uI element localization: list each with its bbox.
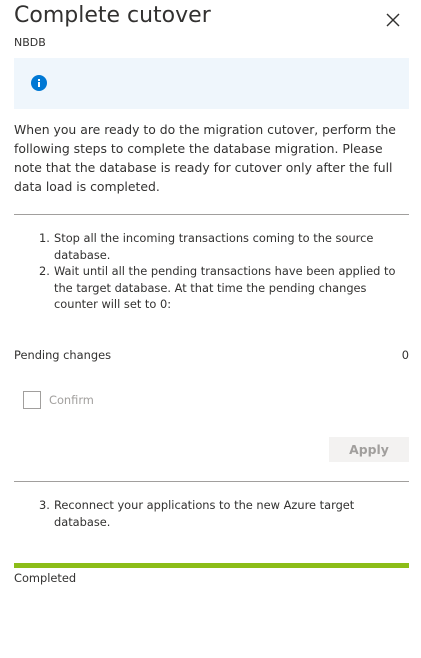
panel-title: Complete cutover — [14, 3, 211, 28]
close-button[interactable] — [382, 9, 404, 31]
list-item: 2. Wait until all the pending transactio… — [24, 263, 399, 313]
steps-list: 1. Stop all the incoming transactions co… — [24, 230, 399, 313]
cutover-description: When you are ready to do the migration c… — [14, 122, 396, 194]
info-bar — [14, 58, 409, 109]
step-text: Stop all the incoming transactions comin… — [54, 231, 374, 262]
progress-bar-fill — [14, 563, 409, 568]
step-number: 2. — [39, 264, 50, 279]
list-item: 3. Reconnect your applications to the ne… — [24, 497, 399, 530]
confirm-label: Confirm — [49, 393, 94, 407]
apply-button[interactable]: Apply — [329, 437, 409, 462]
info-icon — [31, 75, 47, 91]
pending-changes-value: 0 — [401, 348, 409, 362]
progress-status: Completed — [14, 571, 77, 585]
confirm-checkbox[interactable]: Confirm — [23, 391, 94, 409]
list-item: 1. Stop all the incoming transactions co… — [24, 230, 399, 263]
close-icon — [386, 13, 400, 27]
steps-list: 3. Reconnect your applications to the ne… — [24, 497, 399, 530]
step-text: Reconnect your applications to the new A… — [54, 498, 355, 529]
progress-bar — [14, 563, 409, 568]
pending-changes-label: Pending changes — [14, 348, 112, 362]
step-number: 1. — [39, 231, 50, 245]
step-text: Wait until all the pending transactions … — [54, 264, 396, 312]
divider — [14, 481, 409, 482]
step-number: 3. — [39, 498, 50, 512]
panel-subtitle: NBDB — [14, 36, 46, 49]
complete-cutover-panel: Complete cutover NBDB When you are ready… — [0, 0, 421, 658]
divider — [14, 214, 409, 215]
checkbox-box[interactable] — [23, 391, 41, 409]
